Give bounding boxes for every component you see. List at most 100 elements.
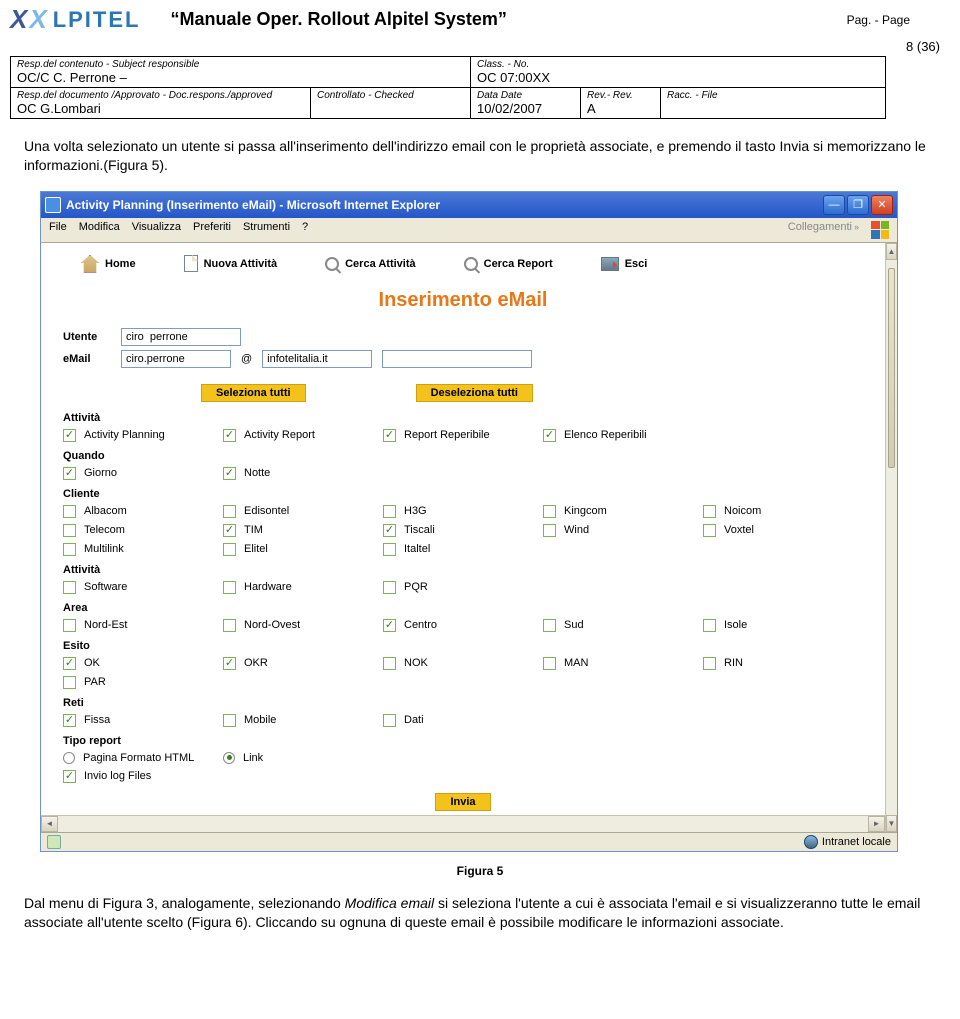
checkbox-item[interactable]: Fissa — [63, 714, 223, 727]
invia-button[interactable]: Invia — [435, 793, 490, 811]
checkbox-label: Activity Planning — [84, 429, 165, 441]
checkbox-item[interactable]: Kingcom — [543, 505, 703, 518]
checkbox-item[interactable]: Giorno — [63, 467, 223, 480]
checkbox-label: Elitel — [244, 543, 268, 555]
checkbox-item[interactable]: Elitel — [223, 543, 383, 556]
menu-collegamenti[interactable]: Collegamenti» — [788, 221, 859, 239]
checkbox-item[interactable]: Albacom — [63, 505, 223, 518]
vertical-scrollbar[interactable]: ▲ ▼ — [885, 243, 897, 832]
checkbox-item[interactable]: H3G — [383, 505, 543, 518]
checkbox-icon — [383, 524, 396, 537]
scroll-down-button[interactable]: ▼ — [886, 815, 897, 832]
menu-file[interactable]: File — [49, 221, 67, 239]
checkbox-icon — [63, 676, 76, 689]
checkbox-icon — [383, 714, 396, 727]
checkbox-item[interactable]: Multilink — [63, 543, 223, 556]
checkbox-item[interactable]: PQR — [383, 581, 543, 594]
checkbox-invio-log[interactable]: Invio log Files — [63, 770, 223, 783]
checkbox-item[interactable]: Voxtel — [703, 524, 863, 537]
checkbox-item[interactable]: MAN — [543, 657, 703, 670]
checkbox-item[interactable]: OKR — [223, 657, 383, 670]
scroll-left-button[interactable]: ◄ — [41, 816, 58, 832]
checkbox-label: MAN — [564, 657, 588, 669]
checkbox-icon — [223, 543, 236, 556]
section-tipo-report: Tipo report — [41, 729, 885, 750]
scroll-thumb[interactable] — [888, 268, 895, 468]
select-all-button[interactable]: Seleziona tutti — [201, 384, 306, 402]
logo: XX LPITEL — [10, 4, 140, 35]
checkbox-icon — [383, 581, 396, 594]
checkbox-item[interactable]: Activity Report — [223, 429, 383, 442]
checkbox-item[interactable]: Italtel — [383, 543, 543, 556]
checkbox-item[interactable]: Centro — [383, 619, 543, 632]
checkbox-label: Giorno — [84, 467, 117, 479]
checkbox-icon — [63, 657, 76, 670]
checkbox-label: Isole — [724, 619, 747, 631]
email-label: eMail — [63, 353, 111, 365]
checkbox-item[interactable]: Telecom — [63, 524, 223, 537]
email-user-input[interactable] — [121, 350, 231, 368]
checkbox-item[interactable]: Nord-Ovest — [223, 619, 383, 632]
utente-input[interactable] — [121, 328, 241, 346]
doc-info-table: Resp.del contenuto - Subject responsible… — [10, 56, 930, 119]
nav-esci[interactable]: Esci — [601, 257, 648, 271]
menu-modifica[interactable]: Modifica — [79, 221, 120, 239]
checkbox-item[interactable]: Wind — [543, 524, 703, 537]
checkbox-label: Telecom — [84, 524, 125, 536]
checkbox-item[interactable]: Report Reperibile — [383, 429, 543, 442]
nav-cerca-report[interactable]: Cerca Report — [464, 257, 553, 271]
checkbox-label: H3G — [404, 505, 427, 517]
checkbox-item[interactable]: Notte — [223, 467, 383, 480]
menu-preferiti[interactable]: Preferiti — [193, 221, 231, 239]
checkbox-item[interactable]: OK — [63, 657, 223, 670]
checkbox-item[interactable]: Software — [63, 581, 223, 594]
checkbox-icon — [63, 770, 76, 783]
checkbox-item[interactable]: Activity Planning — [63, 429, 223, 442]
section-attivita2: Attività — [41, 558, 885, 579]
checkbox-item[interactable]: Elenco Reperibili — [543, 429, 703, 442]
checkbox-item[interactable]: Dati — [383, 714, 543, 727]
checkbox-item[interactable]: Mobile — [223, 714, 383, 727]
checkbox-item[interactable]: Edisontel — [223, 505, 383, 518]
menu-visualizza[interactable]: Visualizza — [132, 221, 181, 239]
scroll-up-button[interactable]: ▲ — [886, 243, 897, 260]
window-titlebar: Activity Planning (Inserimento eMail) - … — [41, 192, 897, 218]
radio-icon — [63, 752, 75, 764]
checkbox-label: OKR — [244, 657, 268, 669]
checkbox-item[interactable]: NOK — [383, 657, 543, 670]
checkbox-icon — [543, 505, 556, 518]
checkbox-item[interactable]: Nord-Est — [63, 619, 223, 632]
horizontal-scrollbar[interactable]: ◄ ► — [41, 815, 885, 832]
checkbox-label: PAR — [84, 676, 106, 688]
checkbox-item[interactable]: Noicom — [703, 505, 863, 518]
checkbox-item[interactable]: Tiscali — [383, 524, 543, 537]
menu-bar: File Modifica Visualizza Preferiti Strum… — [41, 218, 897, 243]
menu-help[interactable]: ? — [302, 221, 308, 239]
deselect-all-button[interactable]: Deseleziona tutti — [416, 384, 533, 402]
email-extra-input[interactable] — [382, 350, 532, 368]
scroll-right-button[interactable]: ► — [868, 816, 885, 832]
checkbox-label: Software — [84, 581, 127, 593]
checkbox-icon — [223, 619, 236, 632]
nav-nuova-attivita[interactable]: Nuova Attività — [184, 255, 278, 272]
radio-pagina-html[interactable]: Pagina Formato HTML — [63, 752, 223, 764]
checkbox-item[interactable]: TIM — [223, 524, 383, 537]
checkbox-item[interactable]: Isole — [703, 619, 863, 632]
checkbox-item[interactable]: PAR — [63, 676, 223, 689]
close-button[interactable]: ✕ — [871, 195, 893, 215]
checkbox-item[interactable]: RIN — [703, 657, 863, 670]
menu-strumenti[interactable]: Strumenti — [243, 221, 290, 239]
checkbox-label: Italtel — [404, 543, 430, 555]
email-domain-input[interactable] — [262, 350, 372, 368]
nav-home[interactable]: Home — [81, 255, 136, 273]
maximize-button[interactable]: ❐ — [847, 195, 869, 215]
page-heading: Inserimento eMail — [41, 283, 885, 326]
windows-icon — [871, 221, 889, 239]
radio-link[interactable]: Link — [223, 752, 383, 764]
nav-cerca-attivita[interactable]: Cerca Attività — [325, 257, 416, 271]
checkbox-label: Kingcom — [564, 505, 607, 517]
checkbox-item[interactable]: Hardware — [223, 581, 383, 594]
minimize-button[interactable]: — — [823, 195, 845, 215]
doc-title: “Manuale Oper. Rollout Alpitel System” — [170, 9, 506, 30]
checkbox-item[interactable]: Sud — [543, 619, 703, 632]
